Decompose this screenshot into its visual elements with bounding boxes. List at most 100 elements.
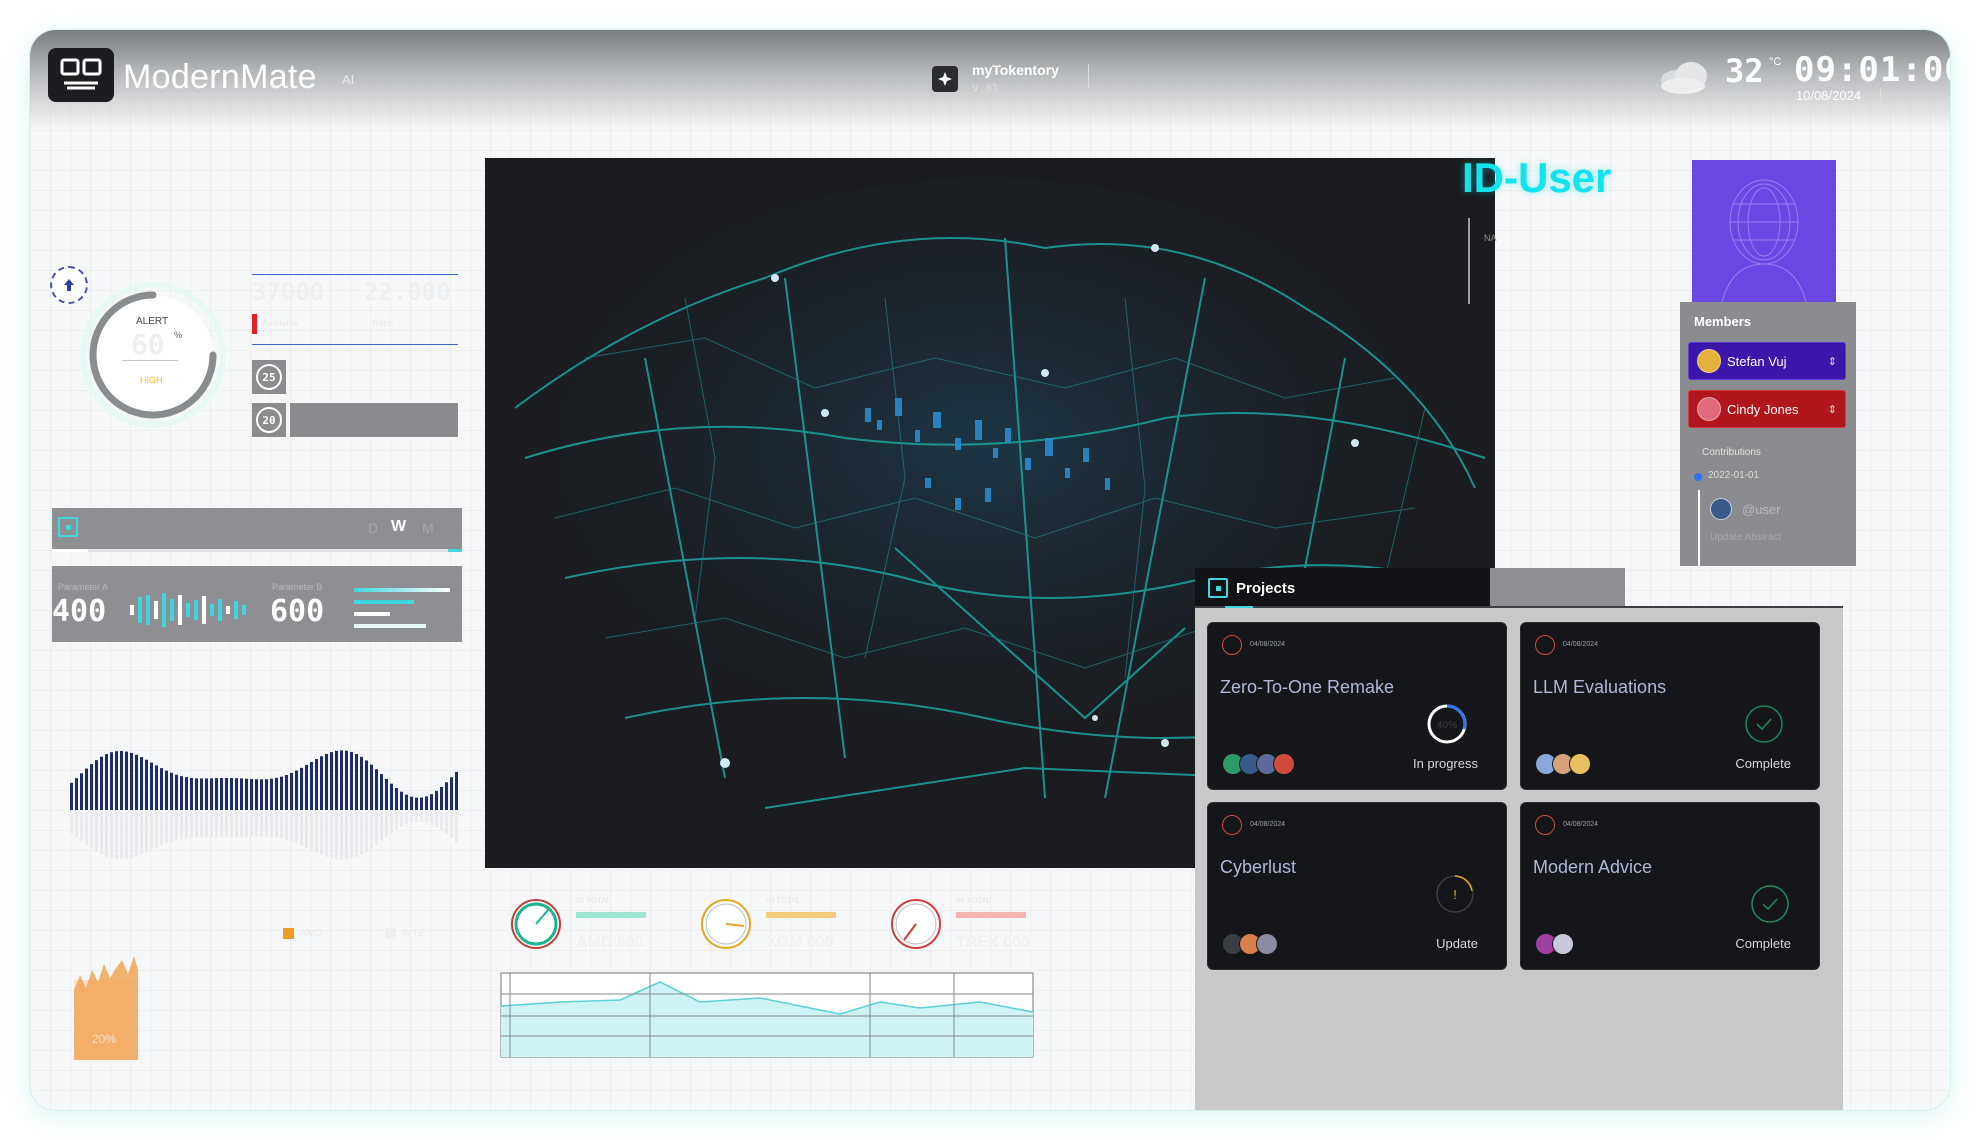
wave-bar xyxy=(245,778,248,810)
alert-bar xyxy=(252,314,257,334)
wave-bar-reflection xyxy=(85,812,88,846)
wave-bar xyxy=(260,779,263,810)
wave-bar-reflection xyxy=(315,812,318,853)
wave-bar xyxy=(445,782,448,810)
divider xyxy=(1088,64,1089,88)
contribution-date: 2022-01-01 xyxy=(1708,470,1760,481)
ring-sub: IN TOTAL xyxy=(956,896,992,905)
wave-bar xyxy=(320,756,323,810)
wave-bar xyxy=(115,751,118,810)
wave-bar xyxy=(425,796,428,810)
project-card[interactable]: 04/08/2024 Modern Advice Complete xyxy=(1520,802,1820,970)
wave-bar-reflection xyxy=(170,812,173,842)
projects-underline xyxy=(1195,606,1843,608)
wave-bar-reflection xyxy=(110,812,113,859)
wave-bar-reflection xyxy=(80,812,83,842)
wave-bar-reflection xyxy=(350,812,353,859)
token-title[interactable]: myTokentory xyxy=(972,62,1059,78)
range-week-button[interactable]: W xyxy=(391,518,406,536)
wave-bar xyxy=(350,751,353,810)
dashboard-frame: ModernMate AI myTokentory V.01 32 °C Fri… xyxy=(30,30,1950,1110)
wave-bar xyxy=(450,777,453,810)
app-title: ModernMate xyxy=(123,58,317,96)
project-icon xyxy=(1222,635,1242,655)
wave-bar-reflection xyxy=(285,812,288,840)
range-underline xyxy=(52,549,462,552)
wave-bar xyxy=(85,768,88,810)
weather-subtitle: Fri 2:0 xyxy=(1727,90,1759,102)
badge-25[interactable]: 25 xyxy=(252,360,286,394)
ring-stripe xyxy=(766,912,836,918)
badge-20[interactable]: 20 xyxy=(252,403,286,437)
wave-bar-reflection xyxy=(415,812,418,822)
wave-bar xyxy=(295,770,298,810)
wave-bar-reflection xyxy=(180,812,183,840)
app-logo[interactable] xyxy=(48,48,114,102)
wave-bar-reflection xyxy=(150,812,153,850)
ring-name: AMD 600 xyxy=(576,934,644,951)
wave-bar xyxy=(410,796,413,810)
wave-bar xyxy=(375,769,378,810)
wave-bar-reflection xyxy=(220,812,223,838)
wave-bar xyxy=(220,778,223,810)
member-cindy[interactable]: Cindy Jones ⇕ xyxy=(1688,390,1846,428)
check-circle-icon xyxy=(1751,885,1789,923)
range-day-button[interactable]: D xyxy=(368,520,378,536)
wave-bar-reflection xyxy=(410,812,413,823)
project-icon xyxy=(1535,815,1555,835)
wave-bar-reflection xyxy=(420,812,423,822)
project-status: Complete xyxy=(1735,756,1791,771)
members-title: Members xyxy=(1694,314,1752,329)
avatar xyxy=(1697,349,1721,373)
chevron-updown-icon: ⇕ xyxy=(1827,355,1837,368)
wave-bar-reflection xyxy=(345,812,348,860)
chevron-updown-icon: ⇕ xyxy=(1827,403,1837,416)
contribution-user[interactable]: @user xyxy=(1742,502,1781,517)
range-month-button[interactable]: M xyxy=(422,520,434,536)
wave-bar-reflection xyxy=(430,812,433,825)
wave-bar-reflection xyxy=(135,812,138,857)
meter-right-value: 600 xyxy=(270,594,325,629)
wave-bar-reflection xyxy=(95,812,98,852)
wave-bar xyxy=(100,756,103,810)
wave-bar-reflection xyxy=(305,812,308,849)
timeline-line xyxy=(1698,490,1700,566)
stat-available-label: Available xyxy=(262,318,299,328)
user-avatar[interactable] xyxy=(1692,160,1836,302)
audio-bar xyxy=(146,595,150,625)
wave-bar-reflection xyxy=(160,812,163,846)
wave-bar-reflection xyxy=(440,812,443,831)
wave-bar xyxy=(340,750,343,810)
wave-bar-reflection xyxy=(75,812,78,838)
legend-label: INTE xyxy=(402,928,425,939)
wave-bar-reflection xyxy=(165,812,168,844)
divider xyxy=(252,344,458,345)
projects-title: Projects xyxy=(1236,580,1296,597)
wave-bar xyxy=(400,791,403,810)
wave-bar-reflection xyxy=(275,812,278,838)
wave-bar-reflection xyxy=(145,812,148,853)
meter-left-label: Parameter A xyxy=(58,582,109,592)
meter-lines xyxy=(354,588,450,628)
wave-bar xyxy=(185,777,188,810)
project-card[interactable]: 04/08/2024 LLM Evaluations Complete xyxy=(1520,622,1820,790)
meter-left-value: 400 xyxy=(52,594,107,629)
audio-bar xyxy=(242,605,246,615)
level-percent: 20% xyxy=(92,1032,117,1046)
token-icon[interactable] xyxy=(932,66,958,92)
project-card[interactable]: 04/08/2024 Cyberlust ! Update xyxy=(1207,802,1507,970)
check-circle-icon xyxy=(1745,705,1783,743)
stat-available: 37000 xyxy=(252,278,325,306)
wave-bar xyxy=(420,797,423,810)
wave-bar-reflection xyxy=(260,812,263,837)
audio-bar xyxy=(202,596,206,624)
avatar xyxy=(1697,397,1721,421)
progress-ring: 40% xyxy=(1427,704,1467,744)
audio-bar xyxy=(234,601,238,619)
project-card[interactable]: 04/08/2024 Zero-To-One Remake 40% In pro… xyxy=(1207,622,1507,790)
team-avatars xyxy=(1535,933,1574,955)
audio-bar xyxy=(218,599,222,621)
member-stefan[interactable]: Stefan Vuj ⇕ xyxy=(1688,342,1846,380)
legend-swatch xyxy=(283,928,294,939)
audio-bar xyxy=(154,601,158,619)
